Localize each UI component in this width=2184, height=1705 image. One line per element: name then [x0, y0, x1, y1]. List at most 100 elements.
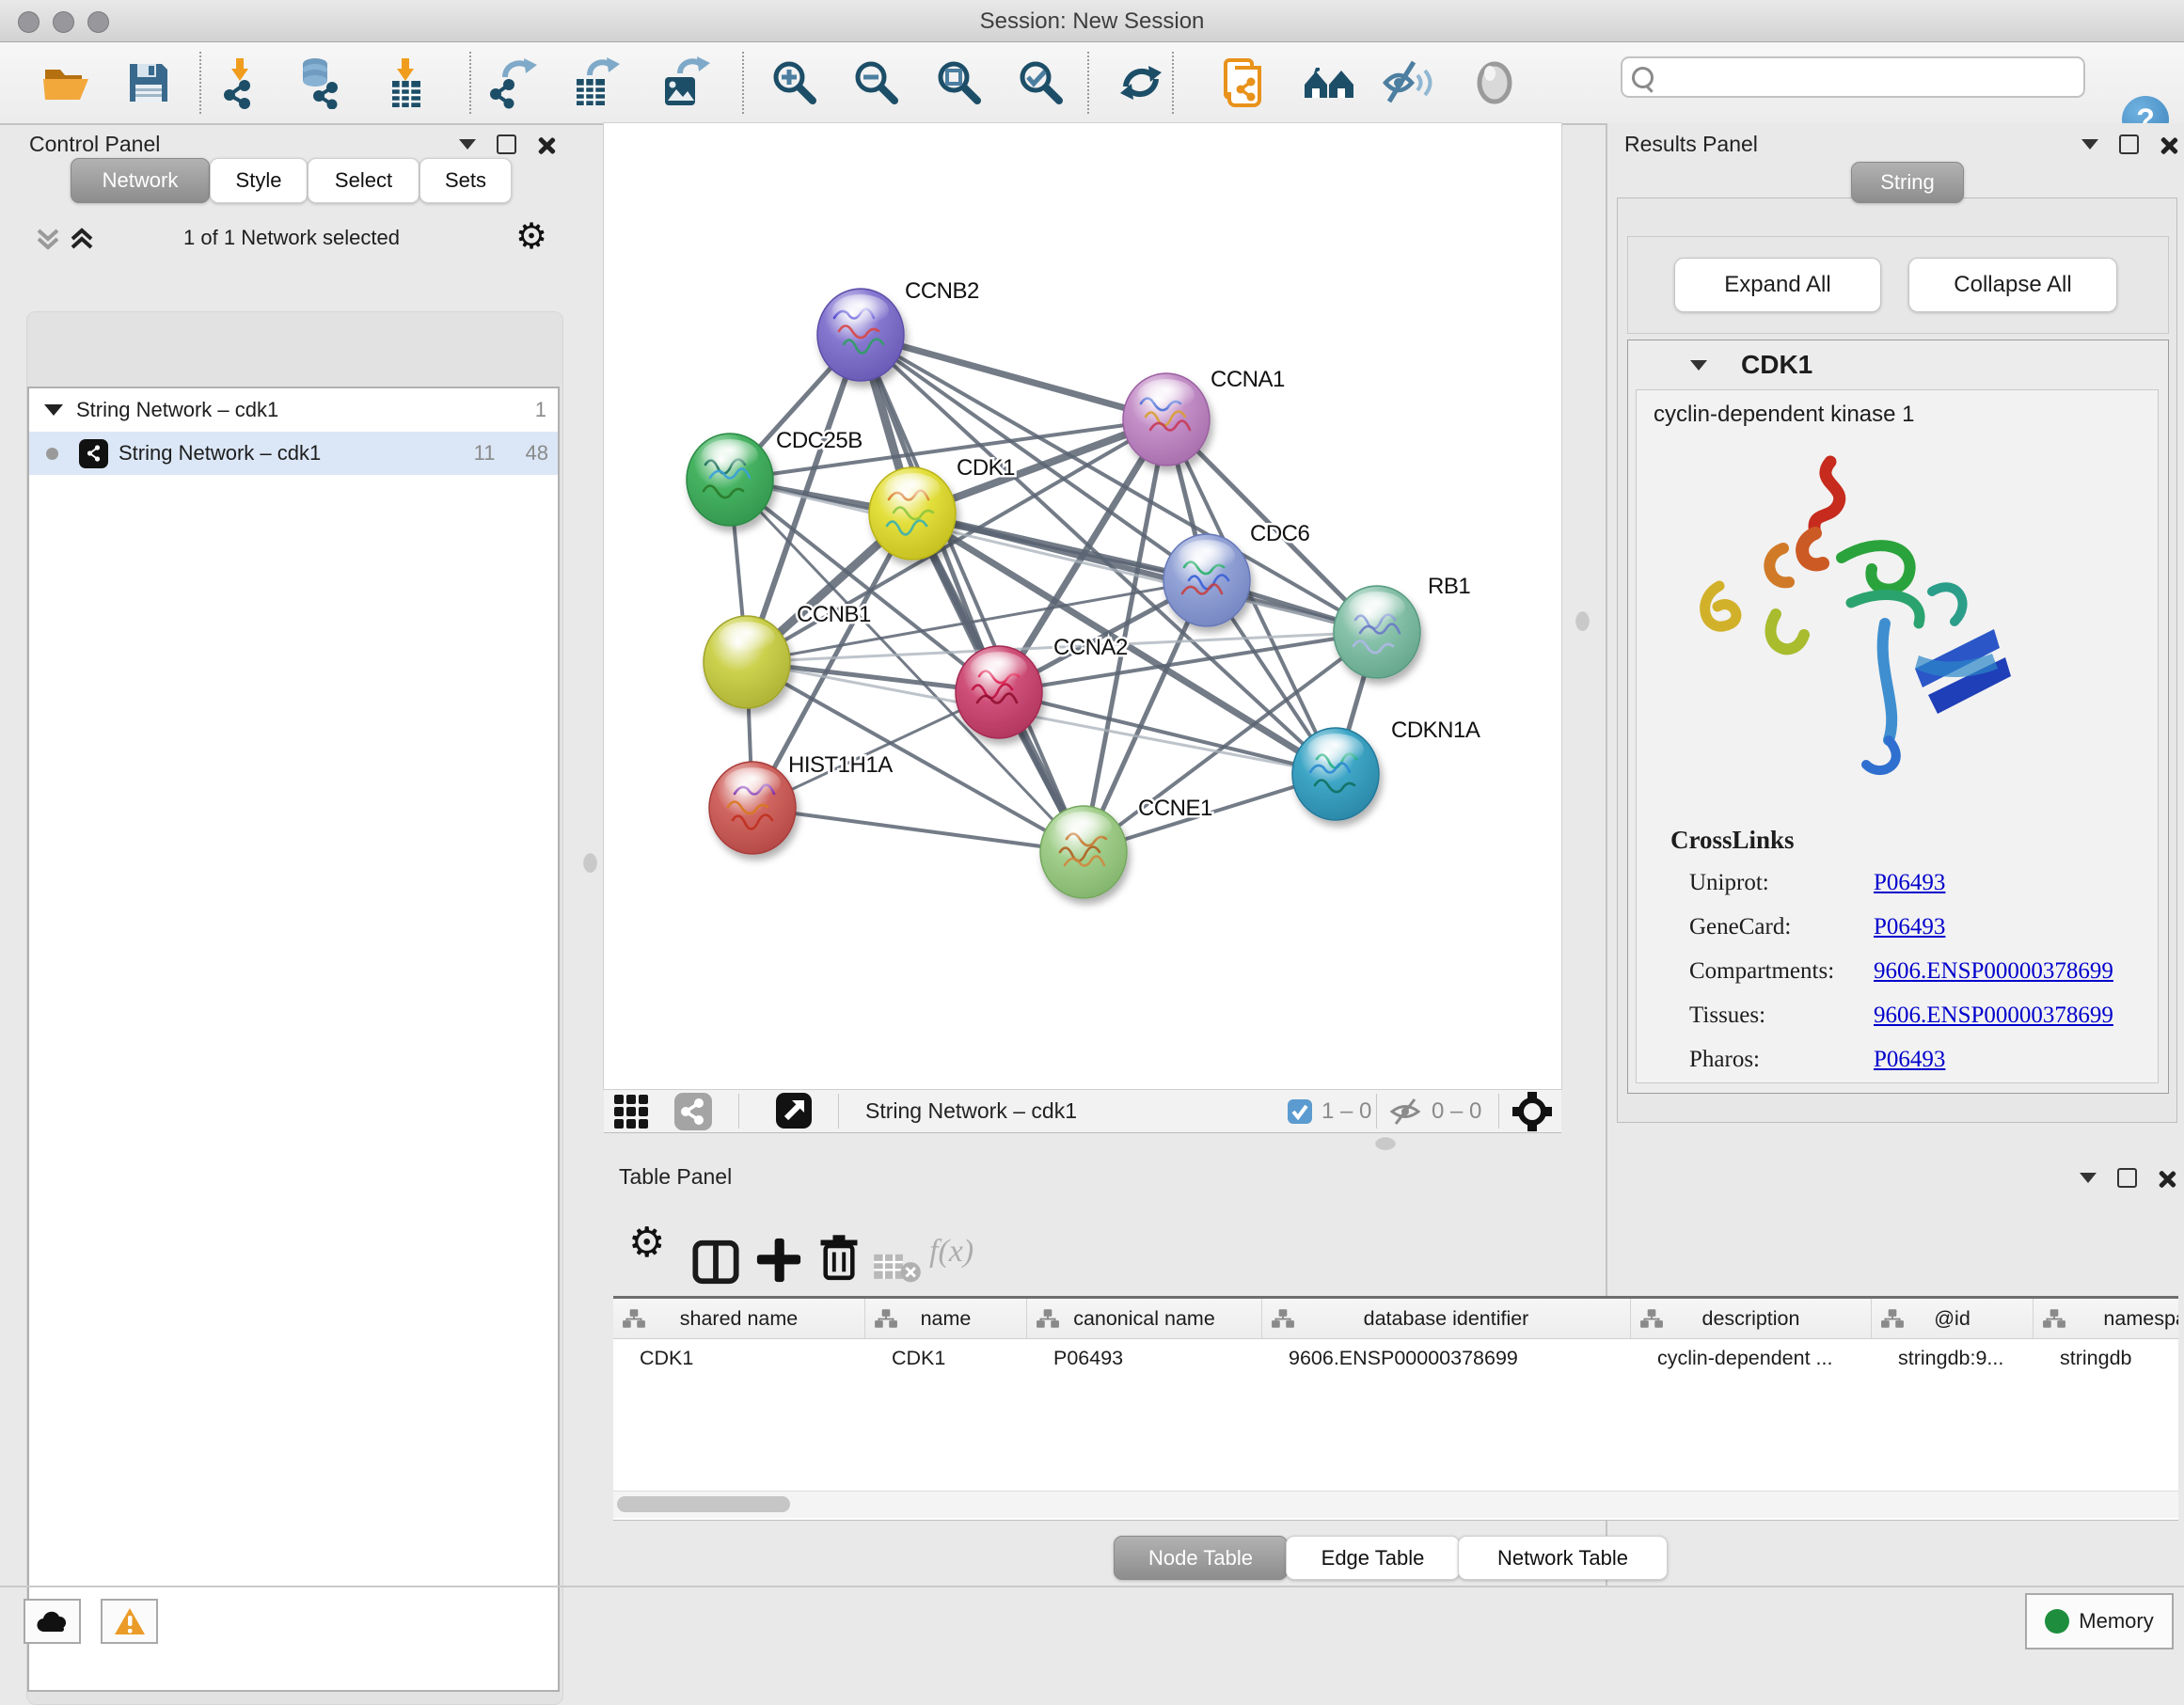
- expand-all-icon[interactable]: [68, 225, 96, 253]
- network-collection-row[interactable]: String Network – cdk1 1: [29, 388, 558, 432]
- bottom-splitter-handle[interactable]: [1375, 1136, 1396, 1150]
- network-node-cdk1[interactable]: [869, 467, 956, 560]
- tab-network-table[interactable]: Network Table: [1458, 1536, 1668, 1580]
- tab-sets[interactable]: Sets: [419, 158, 512, 203]
- import-network-file-icon[interactable]: [214, 56, 266, 109]
- expand-all-button[interactable]: Expand All: [1674, 258, 1881, 312]
- zoom-in-icon[interactable]: [768, 56, 821, 109]
- export-network-icon[interactable]: [486, 56, 539, 109]
- cell-canonical-name[interactable]: P06493: [1027, 1347, 1262, 1370]
- collapse-gene-icon[interactable]: [1690, 360, 1707, 371]
- column-header[interactable]: description: [1631, 1299, 1872, 1338]
- share-document-icon[interactable]: [1220, 56, 1273, 109]
- zoom-out-icon[interactable]: [850, 56, 903, 109]
- network-node-rb1[interactable]: [1334, 586, 1420, 678]
- crosslink-link[interactable]: 9606.ENSP00000378699: [1874, 1002, 2113, 1028]
- network-node-ccne1[interactable]: [1040, 806, 1127, 898]
- memory-button[interactable]: Memory: [2025, 1593, 2174, 1650]
- network-edge[interactable]: [999, 692, 1336, 774]
- refresh-layout-icon[interactable]: [1115, 56, 1167, 109]
- column-header[interactable]: shared name: [613, 1299, 865, 1338]
- close-panel-icon[interactable]: [2160, 136, 2176, 153]
- search-input[interactable]: [1661, 65, 2069, 89]
- table-horizontal-scrollbar[interactable]: [613, 1491, 2178, 1518]
- column-header[interactable]: database identifier: [1262, 1299, 1631, 1338]
- cell-shared-name[interactable]: CDK1: [613, 1347, 865, 1370]
- open-in-window-icon[interactable]: [776, 1093, 812, 1129]
- home-icon[interactable]: [1303, 56, 1355, 109]
- gene-header[interactable]: CDK1: [1628, 340, 2168, 389]
- tab-edge-table[interactable]: Edge Table: [1286, 1536, 1460, 1580]
- network-node-ccnb2[interactable]: [817, 289, 904, 381]
- close-panel-icon[interactable]: [537, 136, 554, 153]
- tab-style[interactable]: Style: [210, 158, 308, 203]
- network-graph[interactable]: CCNB2CCNA1CDC25BCDK1CDC6RB1CCNB1CCNA2CDK…: [604, 123, 1561, 1089]
- table-row[interactable]: CDK1 CDK1 P06493 9606.ENSP00000378699 cy…: [613, 1339, 2178, 1377]
- add-column-icon[interactable]: [754, 1236, 803, 1285]
- float-panel-icon[interactable]: [2119, 134, 2139, 154]
- zoom-fit-icon[interactable]: [933, 56, 986, 109]
- float-panel-icon[interactable]: [497, 134, 516, 154]
- table-settings-gear-icon[interactable]: ⚙: [628, 1219, 665, 1267]
- node-table[interactable]: shared name name canonical name database…: [613, 1296, 2178, 1521]
- crosslink-link[interactable]: P06493: [1874, 914, 1945, 939]
- selected-checkbox-icon[interactable]: [1288, 1099, 1312, 1124]
- import-table-icon[interactable]: [379, 56, 432, 109]
- tab-string[interactable]: String: [1851, 162, 1964, 203]
- collapse-all-button[interactable]: Collapse All: [1908, 258, 2117, 312]
- tree-expanded-icon[interactable]: [44, 404, 63, 416]
- network-node-hist1h1a[interactable]: [709, 762, 796, 854]
- network-options-gear-icon[interactable]: ⚙: [515, 215, 547, 258]
- zoom-selected-icon[interactable]: [1015, 56, 1068, 109]
- collapse-panel-icon[interactable]: [2080, 1173, 2097, 1183]
- warning-button[interactable]: [101, 1599, 158, 1644]
- tab-network[interactable]: Network: [71, 158, 210, 203]
- network-view-icon[interactable]: [674, 1093, 712, 1130]
- crosslink-link[interactable]: P06493: [1874, 1047, 1945, 1072]
- column-header[interactable]: canonical name: [1027, 1299, 1262, 1338]
- delete-column-icon[interactable]: [815, 1234, 863, 1283]
- cell-namespace[interactable]: stringdb: [2034, 1347, 2178, 1370]
- cell-id[interactable]: stringdb:9...: [1872, 1347, 2034, 1370]
- float-panel-icon[interactable]: [2117, 1168, 2137, 1188]
- network-canvas[interactable]: CCNB2CCNA1CDC25BCDK1CDC6RB1CCNB1CCNA2CDK…: [604, 123, 1561, 1089]
- collapse-panel-icon[interactable]: [2081, 139, 2098, 150]
- search-field[interactable]: [1621, 56, 2085, 98]
- scrollbar-thumb[interactable]: [617, 1496, 790, 1512]
- tab-select[interactable]: Select: [308, 158, 419, 203]
- crosslink-label: Pharos:: [1637, 1047, 1874, 1073]
- column-header[interactable]: @id: [1872, 1299, 2034, 1338]
- collapse-panel-icon[interactable]: [459, 139, 476, 150]
- network-node-ccnb1[interactable]: [704, 616, 790, 708]
- hide-display-icon[interactable]: [1382, 56, 1434, 109]
- save-session-icon[interactable]: [122, 56, 175, 109]
- lens-icon[interactable]: [1468, 56, 1521, 109]
- collapse-all-icon[interactable]: [34, 225, 62, 253]
- network-edge[interactable]: [752, 808, 1084, 852]
- grid-view-icon[interactable]: [612, 1093, 650, 1130]
- show-columns-icon[interactable]: [691, 1238, 740, 1287]
- export-image-icon[interactable]: [657, 56, 710, 109]
- crosslink-link[interactable]: P06493: [1874, 870, 1945, 895]
- birds-eye-view-icon[interactable]: [1512, 1092, 1552, 1131]
- cell-name[interactable]: CDK1: [865, 1347, 1027, 1370]
- network-node-ccna2[interactable]: [956, 646, 1042, 738]
- network-node-cdc6[interactable]: [1163, 534, 1250, 626]
- cell-database-identifier[interactable]: 9606.ENSP00000378699: [1262, 1347, 1631, 1370]
- export-table-icon[interactable]: [569, 56, 622, 109]
- cloud-button[interactable]: [24, 1599, 81, 1644]
- open-session-icon[interactable]: [40, 56, 92, 109]
- network-row-selected[interactable]: String Network – cdk1 11 48: [29, 432, 558, 475]
- left-splitter-handle[interactable]: [583, 852, 597, 873]
- import-network-database-icon[interactable]: [296, 56, 349, 109]
- right-splitter-handle[interactable]: [1575, 610, 1590, 631]
- network-node-cdkn1a[interactable]: [1292, 728, 1379, 820]
- column-header[interactable]: name: [865, 1299, 1027, 1338]
- cell-description[interactable]: cyclin-dependent ...: [1631, 1347, 1872, 1370]
- close-panel-icon[interactable]: [2158, 1170, 2175, 1187]
- crosslink-link[interactable]: 9606.ENSP00000378699: [1874, 958, 2113, 984]
- tab-node-table[interactable]: Node Table: [1114, 1536, 1288, 1580]
- network-node-ccna1[interactable]: [1123, 373, 1210, 466]
- network-node-cdc25b[interactable]: [687, 434, 773, 526]
- column-header[interactable]: namespace: [2034, 1299, 2178, 1338]
